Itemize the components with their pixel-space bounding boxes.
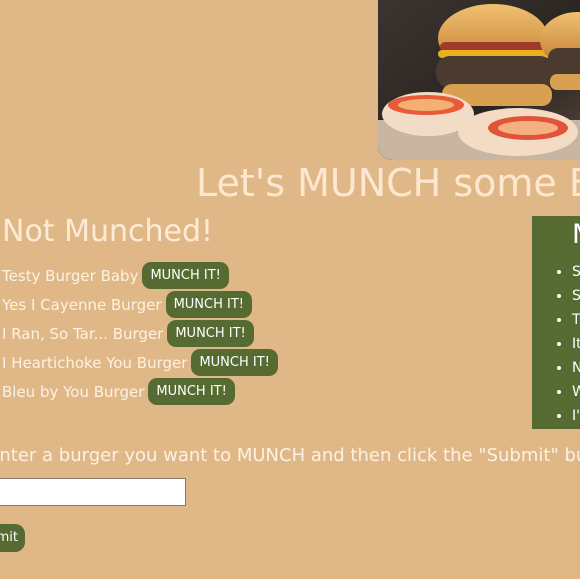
list-item: Bleu by You Burger MUNCH IT! — [2, 377, 278, 406]
burger-name: Bleu by You Burger — [2, 382, 145, 401]
list-item: N — [572, 356, 580, 380]
list-item: Yes I Cayenne Burger MUNCH IT! — [2, 290, 278, 319]
burger-photo — [378, 0, 580, 160]
burger-name: I Heartichoke You Burger — [2, 353, 188, 372]
munch-it-button[interactable]: MUNCH IT! — [191, 349, 278, 376]
munched-panel: Munched! S S T It N W I' — [532, 216, 580, 429]
submit-button[interactable]: Submit — [0, 524, 25, 552]
burger-name-input[interactable] — [0, 478, 186, 506]
burger-name: I Ran, So Tar... Burger — [2, 324, 164, 343]
list-item: S — [572, 260, 580, 284]
munch-it-button[interactable]: MUNCH IT! — [167, 320, 254, 347]
not-munched-list: Testy Burger Baby MUNCH IT! Yes I Cayenn… — [2, 261, 278, 406]
not-munched-heading: Not Munched! — [2, 214, 214, 249]
list-item: It — [572, 332, 580, 356]
list-item: I Heartichoke You Burger MUNCH IT! — [2, 348, 278, 377]
list-item: I' — [572, 404, 580, 428]
munch-it-button[interactable]: MUNCH IT! — [148, 378, 235, 405]
list-item: W — [572, 380, 580, 404]
burger-name: Testy Burger Baby — [2, 266, 139, 285]
munched-list: S S T It N W I' — [554, 260, 580, 428]
burger-name: Yes I Cayenne Burger — [2, 295, 162, 314]
form-instructions: Enter a burger you want to MUNCH and the… — [0, 445, 580, 466]
munched-heading: Munched! — [572, 218, 580, 252]
munch-it-button[interactable]: MUNCH IT! — [165, 291, 253, 318]
list-item: T — [572, 308, 580, 332]
list-item: I Ran, So Tar... Burger MUNCH IT! — [2, 319, 278, 348]
list-item: S — [572, 284, 580, 308]
page-title: Let's MUNCH some Burgers! — [196, 161, 580, 205]
page: Let's MUNCH some Burgers! Not Munched! T… — [0, 0, 580, 579]
munch-it-button[interactable]: MUNCH IT! — [142, 262, 229, 289]
list-item: Testy Burger Baby MUNCH IT! — [2, 261, 278, 290]
